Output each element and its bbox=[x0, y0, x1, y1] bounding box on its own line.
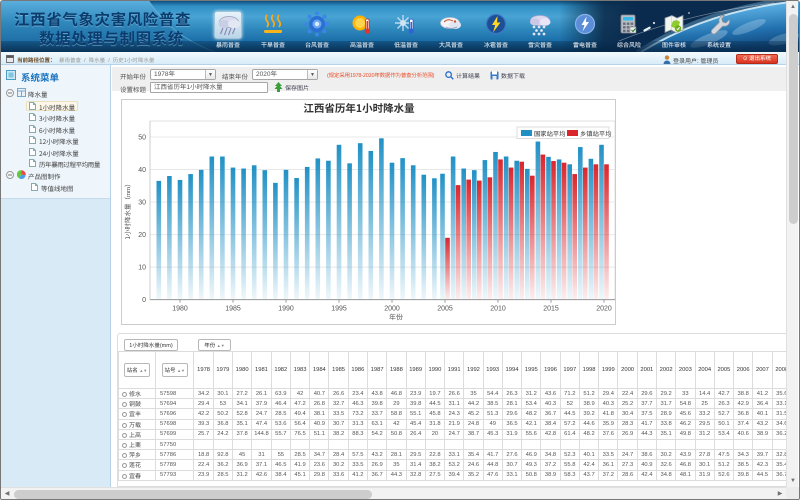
svg-text:1985: 1985 bbox=[225, 306, 241, 313]
svg-text:江西省历年1小时降水量: 江西省历年1小时降水量 bbox=[303, 101, 415, 116]
svg-text:1995: 1995 bbox=[331, 306, 347, 313]
svg-text:20: 20 bbox=[138, 232, 146, 239]
svg-text:1980: 1980 bbox=[172, 306, 188, 313]
svg-text:1990: 1990 bbox=[278, 306, 294, 313]
svg-text:2010: 2010 bbox=[490, 306, 506, 313]
svg-text:2020: 2020 bbox=[596, 306, 612, 313]
svg-text:30: 30 bbox=[138, 200, 146, 207]
svg-text:10: 10 bbox=[138, 265, 146, 272]
svg-text:2015: 2015 bbox=[543, 306, 559, 313]
svg-text:2005: 2005 bbox=[437, 306, 453, 313]
svg-text:50: 50 bbox=[138, 135, 146, 142]
svg-text:40: 40 bbox=[138, 167, 146, 174]
svg-text:2000: 2000 bbox=[384, 306, 400, 313]
svg-text:1小时降水量（mm）: 1小时降水量（mm） bbox=[122, 180, 132, 239]
svg-text:0: 0 bbox=[142, 297, 146, 304]
svg-text:年份: 年份 bbox=[389, 313, 403, 323]
svg-text:乡镇站平均: 乡镇站平均 bbox=[580, 129, 611, 138]
svg-text:国家站平均: 国家站平均 bbox=[534, 129, 565, 138]
